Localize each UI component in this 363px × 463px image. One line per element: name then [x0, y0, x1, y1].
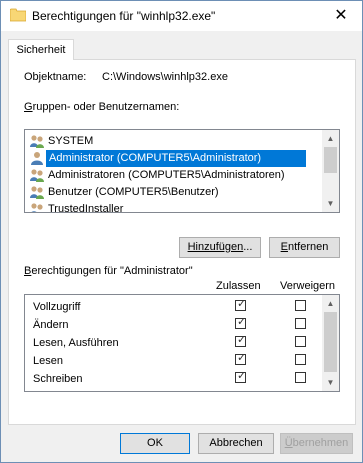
user-icon — [31, 152, 43, 165]
scroll-up-icon[interactable]: ▲ — [322, 130, 339, 147]
permission-name: Ändern — [33, 319, 69, 331]
list-item[interactable]: SYSTEM — [26, 133, 324, 150]
permissions-dialog: Berechtigungen für "winhlp32.exe" ✕ Sich… — [0, 0, 363, 463]
scroll-down-icon[interactable]: ▼ — [322, 374, 339, 391]
allow-column-header: Zulassen — [216, 280, 261, 292]
groups-scrollbar[interactable]: ▲ ▼ — [322, 130, 339, 212]
users-icon — [30, 169, 44, 182]
allow-checkbox-vollzugriff[interactable]: ✓ — [235, 298, 247, 311]
scroll-up-icon[interactable]: ▲ — [322, 295, 339, 312]
apply-button[interactable]: Übernehmen — [280, 433, 353, 454]
permission-name: Vollzugriff — [33, 301, 81, 313]
users-icon — [30, 186, 44, 199]
list-item[interactable]: Administratoren (COMPUTER5\Administrator… — [26, 167, 324, 184]
tab-sicherheit[interactable]: Sicherheit — [8, 39, 74, 60]
list-item-label: TrustedInstaller — [48, 203, 124, 213]
close-button[interactable]: ✕ — [320, 1, 362, 31]
allow-checkbox-aendern[interactable]: ✓ — [235, 316, 247, 329]
permission-name: Lesen — [33, 355, 63, 367]
allow-checkbox-lesen[interactable]: ✓ — [235, 352, 247, 365]
checkmark-icon: ✓ — [237, 334, 247, 346]
allow-checkbox-lesen-ausfuehren[interactable]: ✓ — [235, 334, 247, 347]
tab-label: Sicherheit — [16, 44, 66, 56]
permission-name: Schreiben — [33, 373, 83, 385]
deny-checkbox-vollzugriff[interactable] — [295, 300, 306, 311]
checkmark-icon: ✓ — [237, 352, 247, 364]
permission-name: Lesen, Ausführen — [33, 337, 119, 349]
folder-icon — [10, 8, 26, 22]
window-title: Berechtigungen für "winhlp32.exe" — [32, 9, 216, 23]
groups-listbox[interactable]: SYSTEM Administrator (COMPUTER5\Administ… — [24, 129, 340, 213]
deny-checkbox-lesen[interactable] — [295, 354, 306, 365]
remove-button[interactable]: Entfernen — [269, 237, 340, 258]
object-name-label: Objektname: — [24, 71, 87, 83]
add-button[interactable]: Hinzufügen... — [179, 237, 261, 258]
allow-checkbox-schreiben[interactable]: ✓ — [235, 370, 247, 383]
list-item-selected[interactable]: Administrator (COMPUTER5\Administrator) — [26, 150, 324, 167]
cancel-button[interactable]: Abbrechen — [198, 433, 274, 454]
list-item-label: SYSTEM — [48, 135, 94, 147]
list-item[interactable]: Benutzer (COMPUTER5\Benutzer) — [26, 184, 324, 201]
list-item-label: Administrator (COMPUTER5\Administrator) — [46, 150, 306, 167]
checkmark-icon: ✓ — [237, 298, 247, 310]
deny-checkbox-schreiben[interactable] — [295, 372, 306, 383]
deny-checkbox-lesen-ausfuehren[interactable] — [295, 336, 306, 347]
permissions-label: Berechtigungen für "Administrator" — [24, 265, 193, 277]
object-name-value: C:\Windows\winhlp32.exe — [102, 71, 228, 83]
groups-label: Gruppen- oder Benutzernamen: — [24, 101, 180, 113]
checkmark-icon: ✓ — [237, 316, 247, 328]
users-icon — [30, 135, 44, 148]
list-item-label: Benutzer (COMPUTER5\Benutzer) — [48, 186, 219, 198]
deny-column-header: Verweigern — [280, 280, 336, 292]
close-icon: ✕ — [334, 7, 348, 24]
scroll-down-icon[interactable]: ▼ — [322, 195, 339, 212]
title-bar: Berechtigungen für "winhlp32.exe" ✕ — [1, 1, 362, 31]
scroll-thumb[interactable] — [324, 312, 337, 372]
checkmark-icon: ✓ — [237, 370, 247, 382]
list-item[interactable]: TrustedInstaller — [26, 201, 324, 213]
permissions-list: Vollzugriff ✓ Ändern ✓ Lesen, Ausführen … — [24, 294, 340, 392]
permissions-scrollbar[interactable]: ▲ ▼ — [322, 295, 339, 391]
scroll-thumb[interactable] — [324, 147, 337, 173]
users-icon — [31, 203, 43, 212]
deny-checkbox-aendern[interactable] — [295, 318, 306, 329]
list-item-label: Administratoren (COMPUTER5\Administrator… — [48, 169, 285, 181]
ok-button[interactable]: OK — [120, 433, 190, 454]
